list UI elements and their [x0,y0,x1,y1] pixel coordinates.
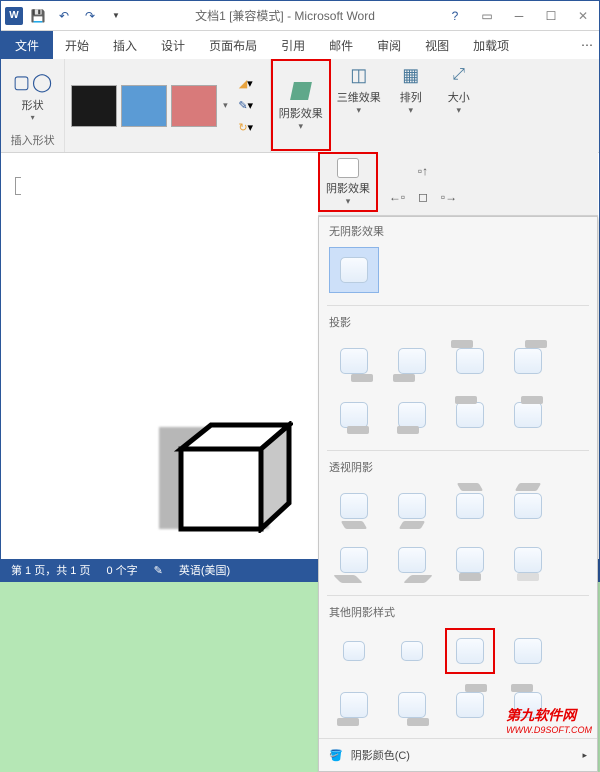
undo-qat[interactable]: ↶ [53,5,75,27]
tab-file[interactable]: 文件 [1,31,53,59]
tab-design[interactable]: 设计 [149,31,197,59]
paint-bucket-icon: 🪣 [329,749,343,762]
shadow-effects-dropdown: 无阴影效果 投影 透视阴影 其他阴影样式 🪣 [318,216,598,772]
shadow-nudge-controls: ▫↑ ←▫ ◻ ▫→ [378,152,468,215]
other-6[interactable] [387,682,437,728]
projection-5[interactable] [329,392,379,438]
tab-insert[interactable]: 插入 [101,31,149,59]
other-3-selected[interactable] [445,628,495,674]
tab-more[interactable]: ⋯ [575,31,599,59]
insert-shapes-group: ▢ ◯ 形状 ▾ 插入形状 [1,59,65,152]
style-swatch-red[interactable] [171,85,217,127]
close-button[interactable]: ✕ [571,4,595,28]
perspective-1[interactable] [329,483,379,529]
shape-styles-group: ▾ ◢▾ ✎▾ ↻▾ [65,59,271,152]
tab-mailings[interactable]: 邮件 [317,31,365,59]
change-shape-button[interactable]: ↻▾ [232,118,260,138]
section-other-styles: 其他阴影样式 [319,598,597,624]
language-indicator[interactable]: 英语(美国) [179,562,230,578]
tab-view[interactable]: 视图 [413,31,461,59]
tab-layout[interactable]: 页面布局 [197,31,269,59]
titlebar: W 💾 ↶ ↷ ▼ 文档1 [兼容模式] - Microsoft Word ? … [1,1,599,31]
maximize-button[interactable]: ☐ [539,4,563,28]
other-4[interactable] [503,628,553,674]
ruler-mark [15,177,21,195]
projection-1[interactable] [329,338,379,384]
projection-2[interactable] [387,338,437,384]
perspective-5[interactable] [329,537,379,583]
shapes-gallery-button[interactable]: ▢ ◯ 形状 ▾ [7,70,58,124]
shadow-effect-button[interactable]: 阴影效果 ▾ [271,59,331,151]
perspective-7[interactable] [445,537,495,583]
nudge-right[interactable]: ▫→ [438,186,460,208]
perspective-4[interactable] [503,483,553,529]
projection-8[interactable] [503,392,553,438]
threeD-effect-button[interactable]: ◫ 三维效果 ▾ [331,59,387,152]
projection-4[interactable] [503,338,553,384]
app-icon: W [5,7,23,25]
inserted-shape-cube[interactable] [173,421,293,538]
tab-addins[interactable]: 加载项 [461,31,521,59]
redo-qat[interactable]: ↷ [79,5,101,27]
tab-review[interactable]: 审阅 [365,31,413,59]
word-count[interactable]: 0 个字 [106,562,137,578]
projection-7[interactable] [445,392,495,438]
sub-ribbon: 阴影效果 ▾ ▫↑ ←▫ ◻ ▫→ [318,152,598,216]
section-perspective: 透视阴影 [319,453,597,479]
spellcheck-icon[interactable]: ✎ [154,564,163,577]
style-swatch-black[interactable] [71,85,117,127]
document-title: 文档1 [兼容模式] - Microsoft Word [127,7,443,24]
no-shadow-option[interactable] [329,247,379,293]
section-no-shadow: 无阴影效果 [319,217,597,243]
other-1[interactable] [329,628,379,674]
nudge-left[interactable]: ←▫ [386,186,408,208]
perspective-8[interactable] [503,537,553,583]
perspective-2[interactable] [387,483,437,529]
style-swatch-blue[interactable] [121,85,167,127]
tab-references[interactable]: 引用 [269,31,317,59]
square-icon [336,158,360,178]
other-5[interactable] [329,682,379,728]
watermark: 第九软件网 WWW.D9SOFT.COM [506,705,592,735]
group-label-insert-shapes: 插入形状 [11,132,55,148]
perspective-6[interactable] [387,537,437,583]
sub-shadow-effect-button[interactable]: 阴影效果 ▾ [318,152,378,212]
tab-home[interactable]: 开始 [53,31,101,59]
qat-dropdown[interactable]: ▼ [105,5,127,27]
help-button[interactable]: ? [443,4,467,28]
save-qat[interactable]: 💾 [27,5,49,27]
ribbon-display-button[interactable]: ▭ [475,4,499,28]
other-2[interactable] [387,628,437,674]
projection-3[interactable] [445,338,495,384]
ribbon-tabs: 文件 开始 插入 设计 页面布局 引用 邮件 审阅 视图 加载项 ⋯ [1,31,599,59]
arrange-button[interactable]: ▦ 排列 ▾ [387,59,435,152]
nudge-toggle[interactable]: ◻ [412,186,434,208]
ribbon: ▢ ◯ 形状 ▾ 插入形状 ▾ ◢▾ ✎▾ ↻▾ 阴影效果 [1,59,599,153]
shadow-color-menu[interactable]: 🪣 阴影颜色(C) ▸ [319,738,597,771]
minimize-button[interactable]: ─ [507,4,531,28]
page-indicator[interactable]: 第 1 页，共 1 页 [11,562,90,578]
shape-fill-button[interactable]: ◢▾ [232,74,260,94]
projection-6[interactable] [387,392,437,438]
other-7[interactable] [445,682,495,728]
shape-outline-button[interactable]: ✎▾ [232,96,260,116]
section-projection: 投影 [319,308,597,334]
nudge-up[interactable]: ▫↑ [412,160,434,182]
perspective-3[interactable] [445,483,495,529]
size-button[interactable]: ⤢ 大小 ▾ [435,59,483,152]
